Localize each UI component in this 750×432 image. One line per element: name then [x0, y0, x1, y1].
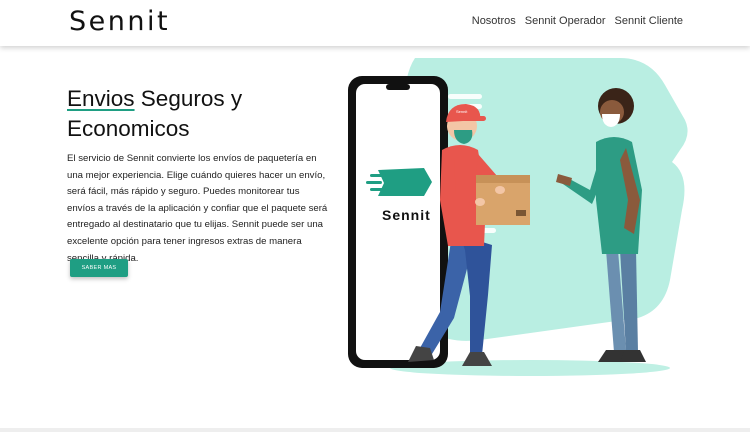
- phone-logo-text: Sennit: [382, 207, 431, 223]
- package-box: [475, 175, 530, 225]
- hero-description: El servicio de Sennit convierte los enví…: [67, 153, 328, 264]
- cap-logo-text: Sennit: [456, 109, 468, 114]
- nav-link-nosotros[interactable]: Nosotros: [472, 15, 516, 27]
- nav-link-sennit-operador[interactable]: Sennit Operador: [525, 15, 606, 27]
- nav-links: Nosotros Sennit Operador Sennit Cliente: [472, 15, 683, 27]
- nav-link-sennit-cliente[interactable]: Sennit Cliente: [615, 15, 684, 27]
- saber-mas-button[interactable]: SABER MAS: [70, 259, 128, 277]
- delivery-illustration: Sennit Sennit: [348, 58, 688, 376]
- page-bottom-divider: [0, 428, 750, 432]
- hero-title-accent: Envios: [67, 86, 135, 111]
- logo[interactable]: Sennit: [69, 6, 170, 37]
- navbar: Sennit Nosotros Sennit Operador Sennit C…: [0, 0, 750, 46]
- hero-title: Envios Seguros y Economicos: [67, 84, 317, 144]
